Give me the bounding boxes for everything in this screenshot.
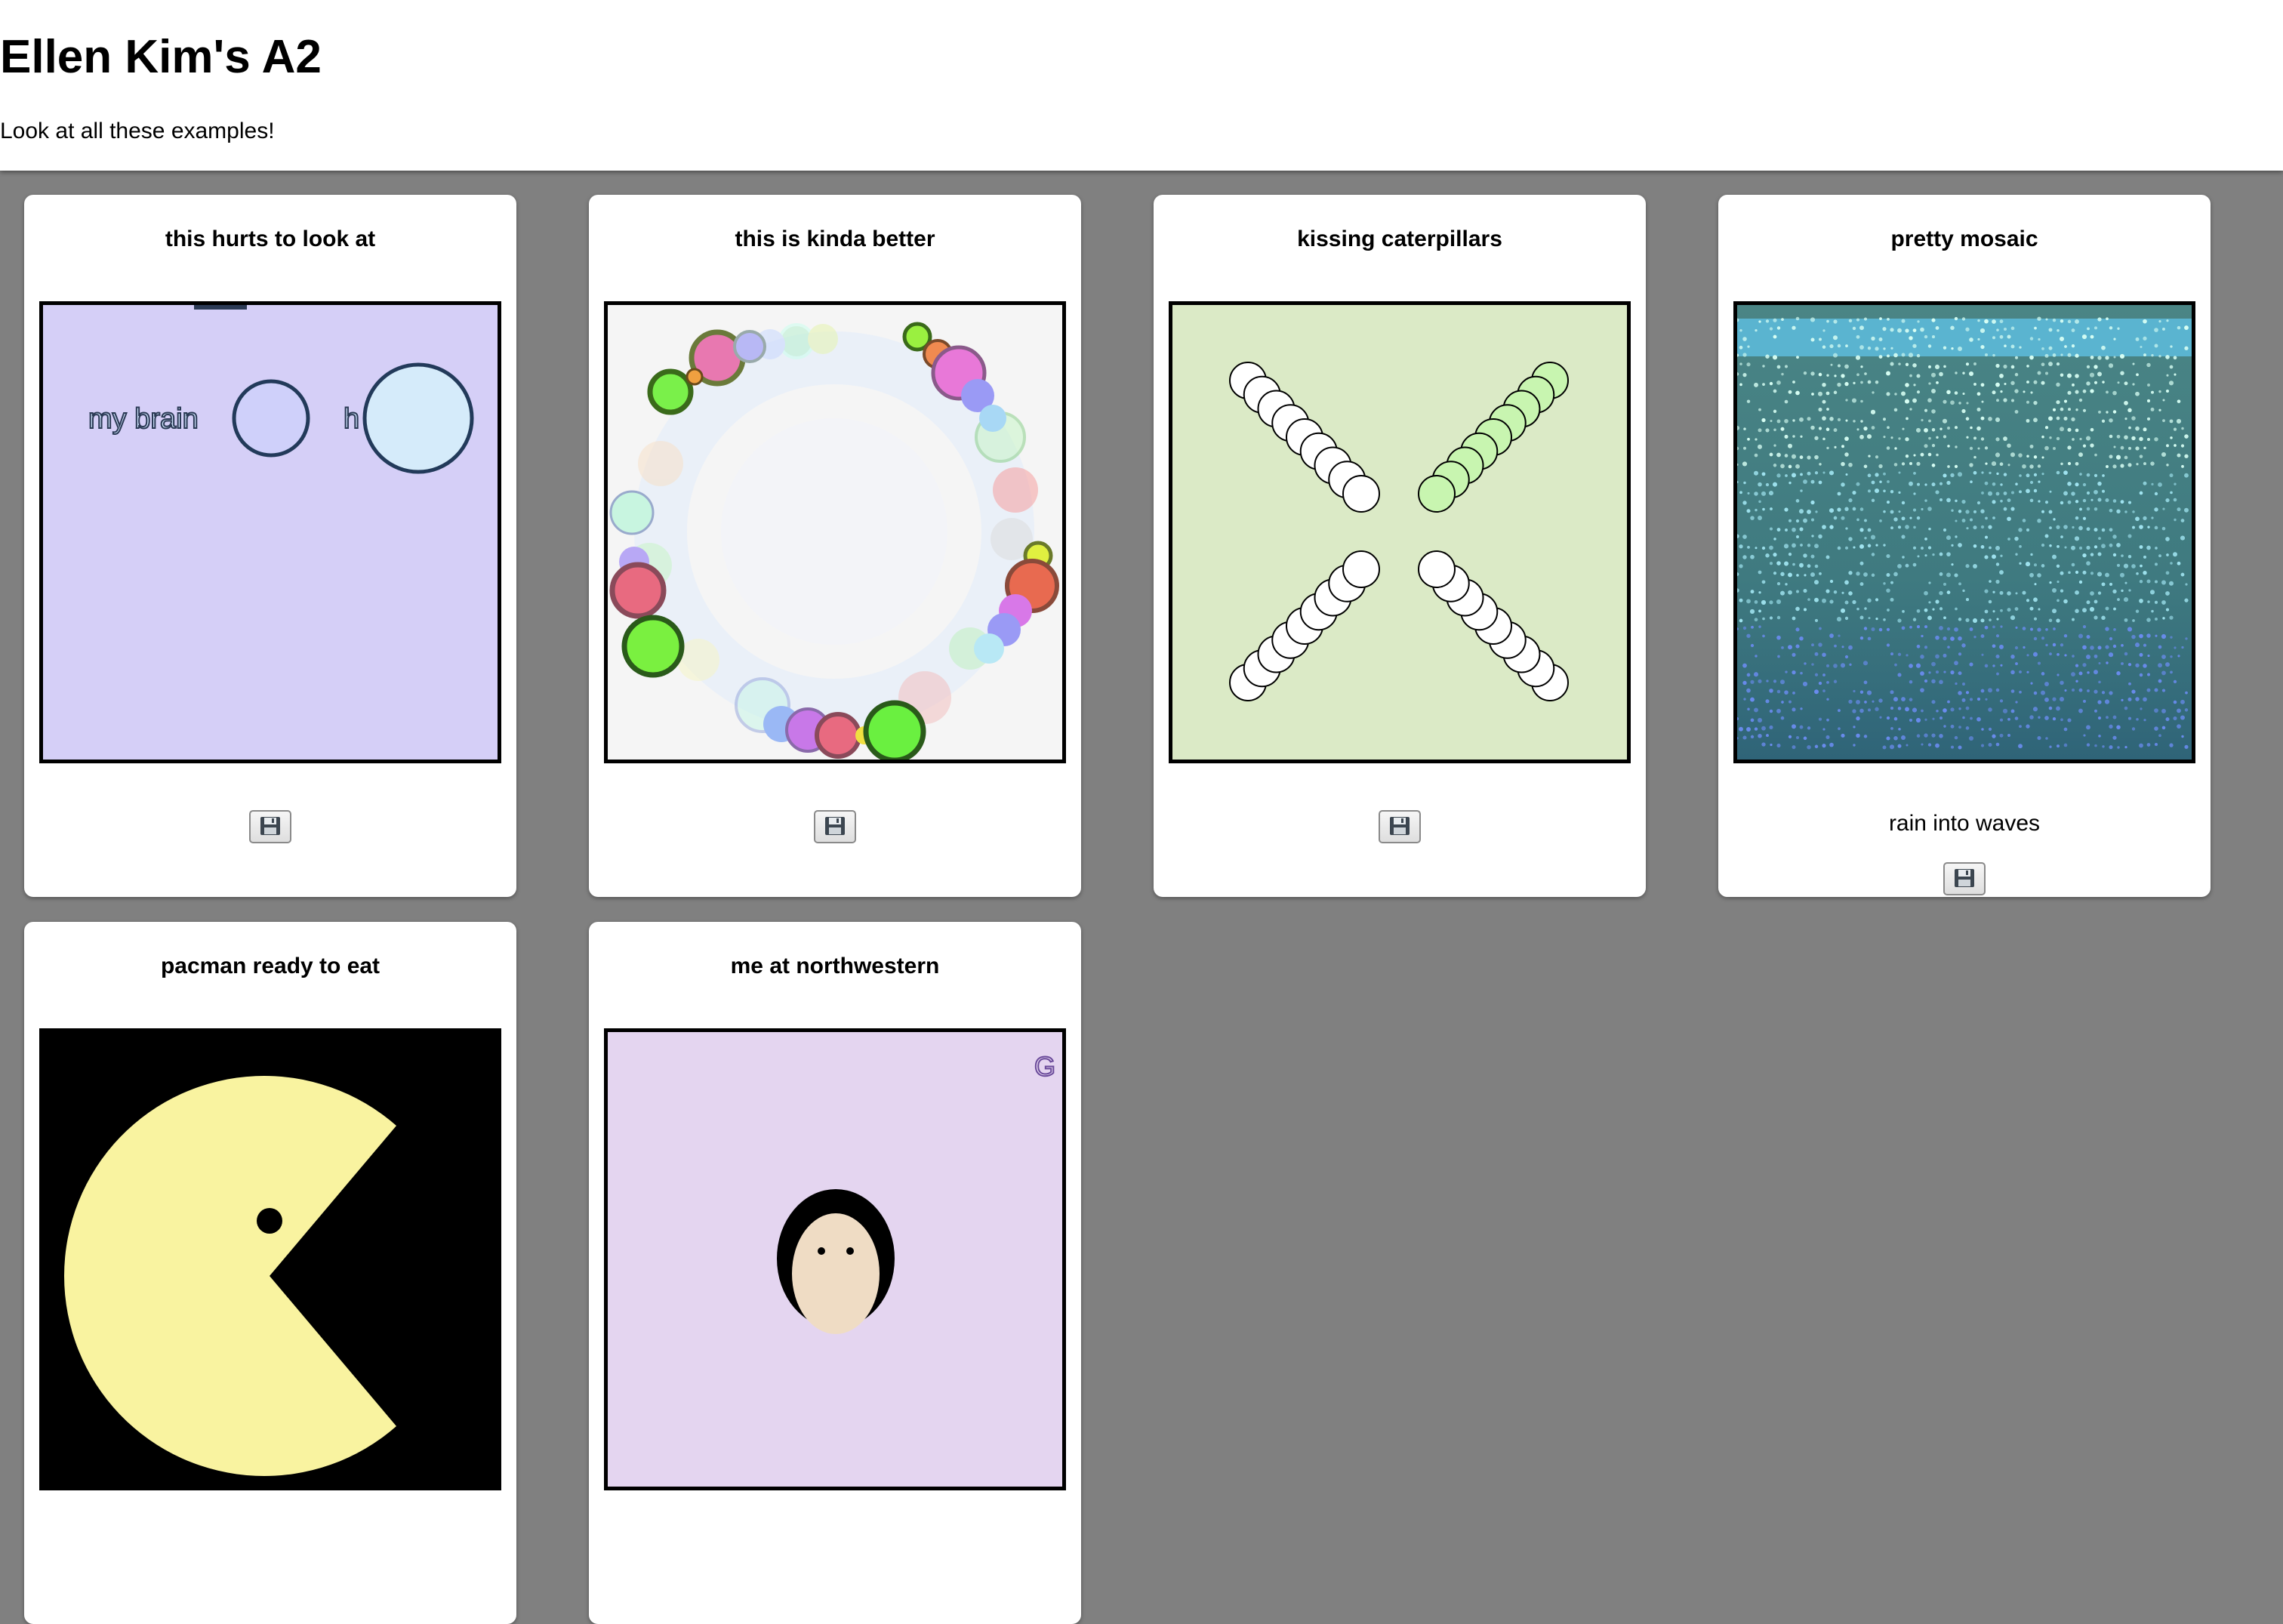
- card-title: pacman ready to eat: [160, 954, 380, 978]
- card-this-hurts: this hurts to look at my brain h: [24, 195, 516, 897]
- canvas-pacman[interactable]: [39, 1028, 501, 1490]
- page-header: Ellen Kim's A2 Look at all these example…: [0, 0, 2283, 171]
- card-title: pretty mosaic: [1890, 226, 2038, 251]
- save-button[interactable]: [1379, 810, 1421, 843]
- card-pacman: pacman ready to eat: [24, 922, 516, 1624]
- card-title: this is kinda better: [735, 226, 935, 251]
- canvas-label-h: h: [344, 403, 359, 435]
- canvas-kinda-better[interactable]: [604, 301, 1066, 763]
- save-button[interactable]: [814, 810, 856, 843]
- floppy-disk-icon: [1388, 815, 1411, 839]
- canvas-label-g: G: [1034, 1051, 1055, 1082]
- save-button[interactable]: [249, 810, 291, 843]
- card-caption: rain into waves: [1888, 811, 2041, 836]
- floppy-disk-icon: [259, 815, 282, 839]
- floppy-disk-icon: [824, 815, 846, 839]
- canvas-kissing-caterpillars[interactable]: [1169, 301, 1631, 763]
- card-northwestern: me at northwestern G: [589, 922, 1081, 1624]
- save-button[interactable]: [1943, 862, 1986, 895]
- card-title: kissing caterpillars: [1297, 226, 1502, 251]
- canvas-this-hurts[interactable]: my brain h: [39, 301, 501, 763]
- floppy-disk-icon: [1953, 867, 1976, 891]
- canvas-label-my-brain: my brain: [88, 403, 199, 435]
- page-title: Ellen Kim's A2: [0, 31, 322, 83]
- card-title: me at northwestern: [730, 954, 940, 978]
- canvas-pretty-mosaic[interactable]: [1733, 301, 2195, 763]
- card-kissing-caterpillars: kissing caterpillars: [1154, 195, 1646, 897]
- card-kinda-better: this is kinda better: [589, 195, 1081, 897]
- canvas-northwestern[interactable]: G: [604, 1028, 1066, 1490]
- card-pretty-mosaic: pretty mosaic rain into waves: [1718, 195, 2211, 897]
- card-title: this hurts to look at: [165, 226, 376, 251]
- page-subtitle: Look at all these examples!: [0, 119, 275, 143]
